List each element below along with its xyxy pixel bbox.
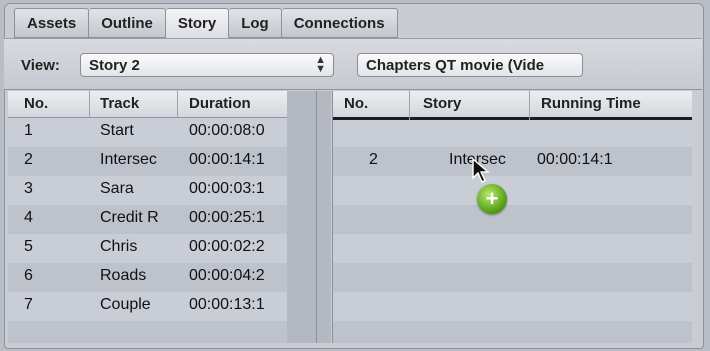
tab-connections[interactable]: Connections (281, 8, 398, 38)
splitter[interactable] (287, 91, 331, 343)
table-row[interactable]: 5 Chris 00:00:02:2 (8, 234, 287, 263)
table-row-empty (333, 263, 692, 292)
col-header-running-time[interactable]: Running Time (541, 95, 641, 112)
table-row[interactable]: 6 Roads 00:00:04:2 (8, 263, 287, 292)
mouse-pointer-icon (472, 158, 490, 183)
table-row-empty (333, 292, 692, 321)
col-header-no[interactable]: No. (344, 95, 368, 112)
col-header-duration[interactable]: Duration (189, 95, 251, 112)
table-row[interactable]: 4 Credit R 00:00:25:1 (8, 205, 287, 234)
view-select[interactable]: Story 2 ▲ ▼ (80, 53, 334, 77)
col-header-story[interactable]: Story (423, 95, 461, 112)
view-label: View: (21, 57, 60, 74)
table-row-empty (333, 120, 692, 147)
table-row[interactable]: 7 Couple 00:00:13:1 (8, 292, 287, 321)
tab-story[interactable]: Story (165, 8, 230, 38)
table-row[interactable]: 2 Intersec 00:00:14:1 (8, 147, 287, 176)
updown-arrows-icon: ▲ ▼ (315, 54, 326, 75)
col-header-no[interactable]: No. (24, 95, 48, 112)
story-table: No. Story Running Time 2 Intersec 00:00:… (332, 91, 692, 343)
table-row-empty (333, 176, 692, 205)
col-header-track[interactable]: Track (100, 95, 139, 112)
tab-assets[interactable]: Assets (14, 8, 90, 38)
track-table-header: No. Track Duration (8, 91, 287, 118)
table-row[interactable]: 1 Start 00:00:08:0 (8, 118, 287, 147)
tab-outline[interactable]: Outline (89, 8, 166, 38)
view-toolbar: View: Story 2 ▲ ▼ Chapters QT movie (Vide (4, 38, 702, 90)
table-row-empty (333, 321, 692, 343)
chapters-export-button[interactable]: Chapters QT movie (Vide (357, 53, 583, 77)
table-row-empty (333, 234, 692, 263)
story-table-header: No. Story Running Time (333, 91, 692, 118)
tab-log[interactable]: Log (229, 8, 282, 38)
table-row-empty (8, 321, 287, 343)
table-row-empty (333, 205, 692, 234)
view-select-value: Story 2 (89, 57, 140, 74)
tab-bar: Assets Outline Story Log Connections (14, 8, 398, 38)
splitter-line (316, 91, 317, 343)
table-row[interactable]: 2 Intersec 00:00:14:1 (333, 147, 692, 176)
track-table: No. Track Duration 1 Start 00:00:08:0 2 … (8, 91, 288, 343)
table-row[interactable]: 3 Sara 00:00:03:1 (8, 176, 287, 205)
add-copy-icon: + (477, 184, 507, 214)
